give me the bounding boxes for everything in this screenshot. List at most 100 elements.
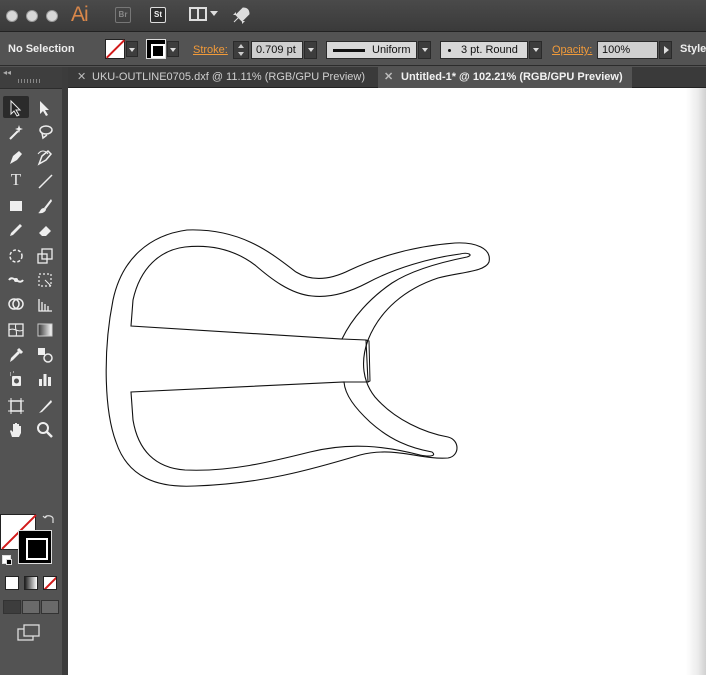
selection-tool[interactable] [3, 96, 29, 118]
stroke-dropdown[interactable] [167, 41, 179, 57]
mesh-tool[interactable] [3, 318, 29, 340]
drag-grip[interactable] [18, 79, 40, 83]
pencil-tool[interactable] [3, 218, 29, 240]
rotate-tool[interactable] [3, 244, 29, 266]
zoom-window-button[interactable] [46, 10, 58, 22]
chevron-down-icon[interactable] [210, 11, 218, 16]
gradient-mode-button[interactable] [24, 576, 38, 590]
magic-wand-tool-icon [9, 125, 23, 140]
perspective-grid-tool[interactable] [32, 293, 58, 315]
gradient-tool-icon [37, 323, 53, 337]
opacity-panel-link[interactable]: Opacity: [552, 44, 592, 56]
bridge-button[interactable]: Br [115, 7, 131, 23]
symbol-sprayer-tool[interactable] [3, 367, 29, 389]
scale-tool-icon [37, 248, 53, 264]
hand-tool[interactable] [3, 418, 29, 440]
stroke-weight-stepper[interactable] [233, 41, 249, 59]
width-tool[interactable] [3, 268, 29, 290]
fill-swatch[interactable] [105, 39, 125, 59]
minimize-window-button[interactable] [26, 10, 38, 22]
type-tool[interactable]: T [3, 169, 29, 191]
free-transform-tool[interactable] [32, 268, 58, 290]
gpu-performance-rocket-icon[interactable] [230, 5, 252, 27]
shape-builder-tool-icon [8, 298, 24, 310]
tab-label: UKU-OUTLINE0705.dxf @ 11.11% (RGB/GPU Pr… [92, 71, 366, 83]
swap-fill-stroke-icon[interactable] [42, 513, 56, 527]
lasso-tool[interactable] [32, 120, 58, 142]
default-fill-stroke-icon[interactable] [2, 555, 12, 565]
variable-width-label: Uniform [372, 44, 411, 56]
guitar-body-outline-artwork[interactable] [68, 88, 706, 675]
tab-uku-outline[interactable]: ✕ UKU-OUTLINE0705.dxf @ 11.11% (RGB/GPU … [68, 67, 377, 88]
brush-definition-select[interactable]: 3 pt. Round [440, 41, 528, 59]
variable-width-profile-select[interactable]: Uniform [326, 41, 417, 59]
rectangle-tool[interactable] [3, 194, 29, 216]
artboard-tool[interactable] [3, 394, 29, 416]
blend-tool[interactable] [32, 343, 58, 365]
slice-tool-icon [39, 400, 52, 413]
symbol-sprayer-tool-icon [10, 371, 21, 386]
brush-label: 3 pt. Round [461, 44, 518, 56]
stroke-weight-dropdown[interactable] [304, 41, 317, 59]
blend-tool-icon [38, 348, 53, 363]
artboard-canvas[interactable] [68, 88, 706, 675]
selection-tool-icon [10, 99, 22, 117]
slice-tool[interactable] [32, 394, 58, 416]
shape-builder-tool[interactable] [3, 293, 29, 315]
none-mode-button[interactable] [43, 576, 57, 590]
close-tab-icon[interactable]: ✕ [384, 67, 393, 88]
zoom-tool-icon [37, 422, 53, 438]
mesh-tool-icon [8, 323, 24, 337]
fill-dropdown[interactable] [126, 41, 138, 57]
width-tool-icon [8, 277, 24, 283]
stroke-profile-preview [333, 49, 365, 52]
control-bar: No Selection Stroke: 0.709 pt Uniform 3 … [0, 33, 706, 66]
line-segment-tool-icon [38, 174, 53, 189]
brush-dropdown[interactable] [529, 41, 542, 59]
tools-panel: ◂◂ T [0, 67, 62, 675]
zoom-tool[interactable] [32, 418, 58, 440]
close-tab-icon[interactable]: ✕ [77, 67, 86, 88]
rectangle-tool-icon [10, 201, 22, 211]
draw-behind-icon[interactable] [22, 600, 40, 614]
title-bar: Ai Br St [0, 0, 706, 32]
variable-width-dropdown[interactable] [418, 41, 431, 59]
collapse-panel-icon[interactable]: ◂◂ [3, 68, 11, 77]
direct-selection-tool[interactable] [32, 96, 58, 118]
scale-tool[interactable] [32, 244, 58, 266]
lasso-tool-icon [39, 125, 53, 140]
stock-button[interactable]: St [150, 7, 166, 23]
gradient-tool[interactable] [32, 318, 58, 340]
pen-tool[interactable] [3, 145, 29, 167]
line-segment-tool[interactable] [32, 169, 58, 191]
screen-mode-icon[interactable] [17, 624, 41, 642]
direct-selection-tool-icon [40, 101, 49, 116]
app-logo: Ai [71, 3, 89, 26]
tools-panel-header[interactable]: ◂◂ [0, 67, 62, 89]
close-window-button[interactable] [6, 10, 18, 22]
column-graph-tool[interactable] [32, 367, 58, 389]
tab-label: Untitled-1* @ 102.21% (RGB/GPU Preview) [401, 71, 623, 83]
curvature-tool[interactable] [32, 145, 58, 167]
color-mode-button[interactable] [5, 576, 19, 590]
paintbrush-tool-icon [38, 199, 52, 214]
eraser-tool-icon [39, 226, 51, 236]
rotate-tool-icon [9, 249, 23, 263]
opacity-slider-button[interactable] [659, 41, 672, 59]
eraser-tool[interactable] [32, 218, 58, 240]
document-tab-bar: ✕ UKU-OUTLINE0705.dxf @ 11.11% (RGB/GPU … [68, 67, 706, 88]
opacity-input[interactable]: 100% [597, 41, 658, 59]
draw-inside-icon[interactable] [41, 600, 59, 614]
stroke-panel-link[interactable]: Stroke: [193, 44, 228, 56]
paintbrush-tool[interactable] [32, 194, 58, 216]
tab-untitled-1[interactable]: ✕ Untitled-1* @ 102.21% (RGB/GPU Preview… [378, 67, 632, 88]
stroke-color-swatch[interactable] [18, 530, 52, 564]
stroke-weight-input[interactable]: 0.709 pt [251, 41, 303, 59]
eyedropper-tool-icon [10, 347, 24, 362]
eyedropper-tool[interactable] [3, 343, 29, 365]
magic-wand-tool[interactable] [3, 120, 29, 142]
draw-normal-icon[interactable] [3, 600, 21, 614]
stroke-swatch[interactable] [146, 39, 166, 59]
arrange-documents-icon[interactable] [189, 7, 207, 21]
column-graph-tool-icon [39, 374, 51, 386]
